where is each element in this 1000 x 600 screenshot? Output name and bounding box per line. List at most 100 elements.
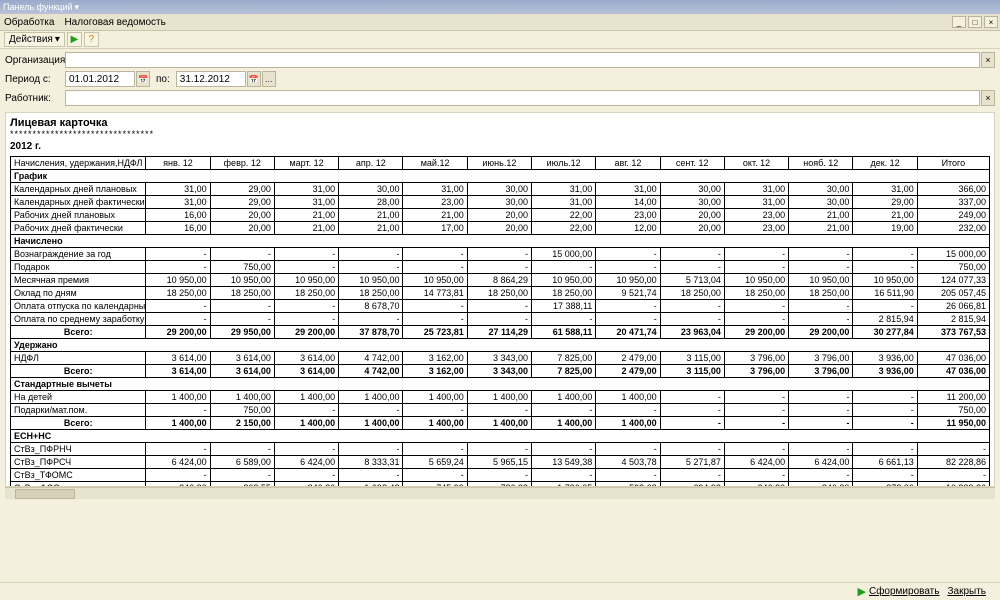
cell-value: - <box>467 313 531 326</box>
cell-value: - <box>339 248 403 261</box>
calendar-icon[interactable]: 📅 <box>247 71 261 87</box>
actions-dropdown[interactable]: Действия▾ <box>4 32 65 47</box>
cell-value: 31,00 <box>146 196 210 209</box>
cell-value: 7 825,00 <box>532 352 596 365</box>
cell-value: 31,00 <box>274 196 338 209</box>
cell-value: 23 963,04 <box>660 326 724 339</box>
cell-value: - <box>789 417 853 430</box>
table-row: НДФЛ3 614,003 614,003 614,004 742,003 16… <box>11 352 990 365</box>
cell-value: - <box>660 261 724 274</box>
report-area[interactable]: Лицевая карточка ***********************… <box>5 112 995 487</box>
cell-value: 22,00 <box>532 209 596 222</box>
cell-value: 14 773,81 <box>403 287 467 300</box>
cell-value: 30,00 <box>467 196 531 209</box>
cell-value: 3 614,00 <box>146 365 210 378</box>
cell-value: - <box>724 443 788 456</box>
cell-value: - <box>467 248 531 261</box>
cell-value: 31,00 <box>853 183 917 196</box>
cell-value: 8 333,31 <box>339 456 403 469</box>
cell-value: - <box>210 469 274 482</box>
cell-value: 750,00 <box>917 404 989 417</box>
cell-value: 4 742,00 <box>339 365 403 378</box>
org-clear-button[interactable]: × <box>981 52 995 68</box>
row-label: СтВз_ПФРСЧ <box>11 456 146 469</box>
cell-value: - <box>853 248 917 261</box>
menu-obrabotka[interactable]: Обработка <box>4 17 54 28</box>
cell-value: 2 479,00 <box>596 352 660 365</box>
cell-value: 4 742,00 <box>339 352 403 365</box>
worker-input[interactable] <box>65 90 980 106</box>
cell-value: 10 950,00 <box>853 274 917 287</box>
cell-value: 21,00 <box>789 222 853 235</box>
cell-value: 21,00 <box>403 209 467 222</box>
calendar-icon[interactable]: 📅 <box>136 71 150 87</box>
generate-button[interactable]: Сформировать <box>869 586 940 597</box>
cell-value: - <box>339 443 403 456</box>
worker-clear-button[interactable]: × <box>981 90 995 106</box>
header-month: февр. 12 <box>210 157 274 170</box>
cell-value: 21,00 <box>339 222 403 235</box>
header-month: янв. 12 <box>146 157 210 170</box>
cell-value: - <box>789 469 853 482</box>
cell-value: - <box>532 443 596 456</box>
help-icon[interactable]: ? <box>84 32 99 47</box>
cell-value: 31,00 <box>532 183 596 196</box>
cell-value: 31,00 <box>532 196 596 209</box>
cell-value: 3 115,00 <box>660 365 724 378</box>
close-link[interactable]: Закрыть <box>947 586 986 597</box>
row-label: Подарок <box>11 261 146 274</box>
table-row: Календарных дней фактически31,0029,0031,… <box>11 196 990 209</box>
menu-nalogovaya[interactable]: Налоговая ведомость <box>64 17 165 28</box>
cell-value: 30,00 <box>789 196 853 209</box>
cell-value: 205 057,45 <box>917 287 989 300</box>
cell-value: 16,00 <box>146 222 210 235</box>
cell-value: - <box>467 300 531 313</box>
cell-value: 37 878,70 <box>339 326 403 339</box>
period-to-input[interactable] <box>176 71 246 87</box>
cell-value: 15 000,00 <box>917 248 989 261</box>
cell-value: - <box>660 443 724 456</box>
org-input[interactable] <box>65 52 980 68</box>
cell-value: 20,00 <box>210 209 274 222</box>
cell-value: - <box>660 391 724 404</box>
cell-value: - <box>403 261 467 274</box>
period-extra-button[interactable]: … <box>262 71 276 87</box>
cell-value: - <box>146 300 210 313</box>
cell-value: 61 588,11 <box>532 326 596 339</box>
cell-value: 1 400,00 <box>210 391 274 404</box>
payroll-table: Начисления, удержания,НДФЛянв. 12февр. 1… <box>10 156 990 487</box>
maximize-button[interactable]: □ <box>968 16 982 28</box>
cell-value: - <box>660 469 724 482</box>
row-label: Календарных дней фактически <box>11 196 146 209</box>
scrollbar-thumb[interactable] <box>15 489 75 499</box>
cell-value: - <box>789 443 853 456</box>
cell-value: - <box>789 261 853 274</box>
cell-value: - <box>467 261 531 274</box>
cell-value: - <box>724 248 788 261</box>
cell-value: - <box>596 248 660 261</box>
table-row: На детей1 400,001 400,001 400,001 400,00… <box>11 391 990 404</box>
cell-value: 4 503,78 <box>596 456 660 469</box>
cell-value: 8 678,70 <box>339 300 403 313</box>
cell-value: - <box>532 404 596 417</box>
cell-value: 750,00 <box>917 261 989 274</box>
cell-value: 16 511,90 <box>853 287 917 300</box>
cell-value: 6 424,00 <box>274 456 338 469</box>
table-row: Оплата отпуска по календарным дням---8 6… <box>11 300 990 313</box>
period-to-label: по: <box>156 74 170 85</box>
play-icon[interactable]: ▶ <box>67 32 82 47</box>
horizontal-scrollbar[interactable] <box>5 487 995 499</box>
close-button[interactable]: × <box>984 16 998 28</box>
cell-value: 3 796,00 <box>724 365 788 378</box>
cell-value: 30 277,84 <box>853 326 917 339</box>
cell-value: 1 400,00 <box>403 391 467 404</box>
row-label: Всего: <box>11 365 146 378</box>
cell-value: - <box>724 469 788 482</box>
cell-value: 31,00 <box>403 183 467 196</box>
cell-value: 1 400,00 <box>467 417 531 430</box>
cell-value: 18 250,00 <box>146 287 210 300</box>
minimize-button[interactable]: _ <box>952 16 966 28</box>
period-from-input[interactable] <box>65 71 135 87</box>
cell-value: 18 250,00 <box>532 287 596 300</box>
cell-value: 31,00 <box>596 183 660 196</box>
